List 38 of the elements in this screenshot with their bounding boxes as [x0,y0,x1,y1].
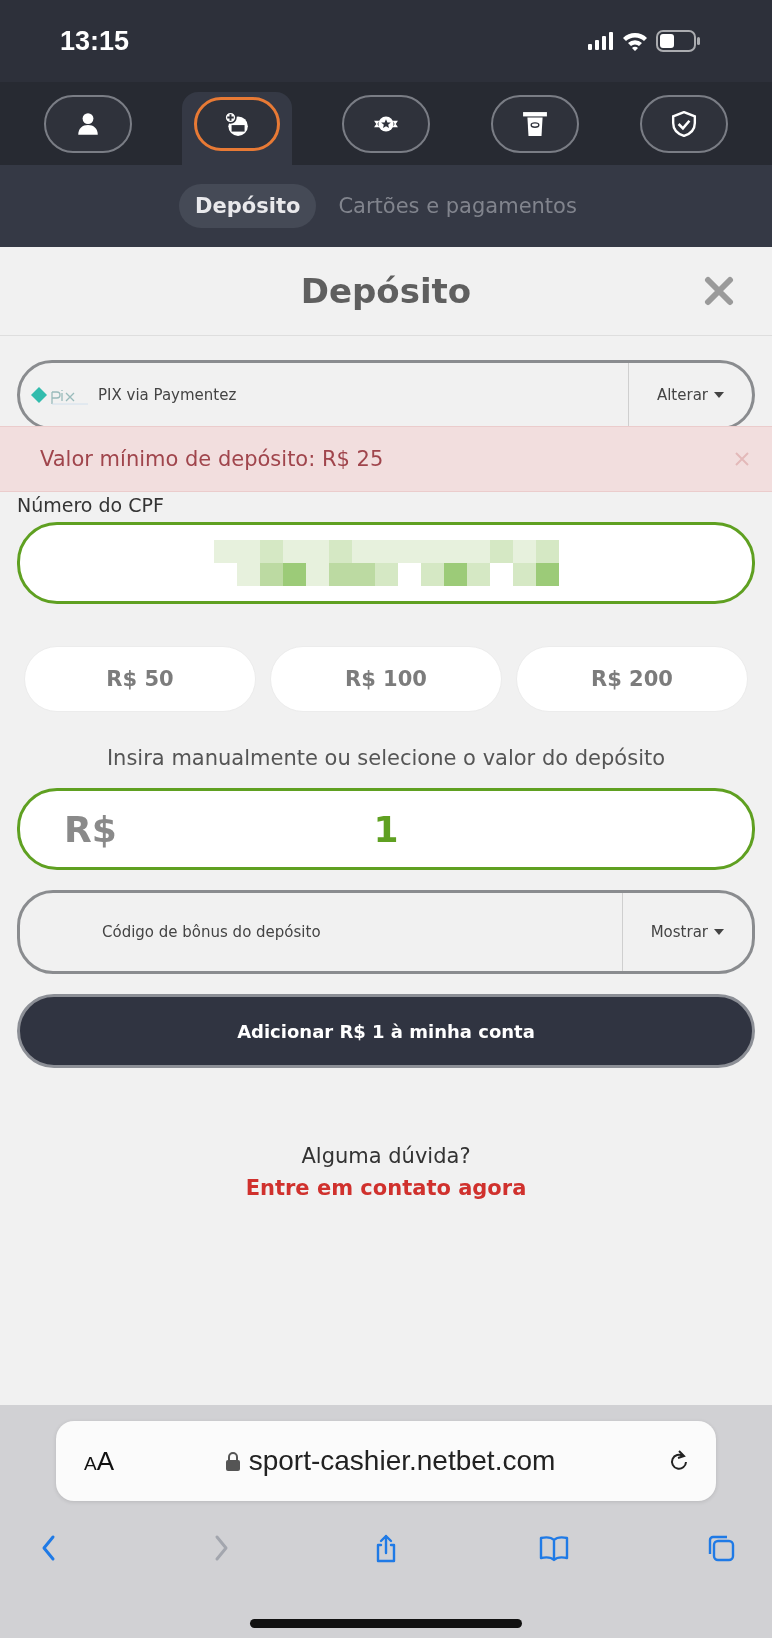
caret-icon [714,929,724,935]
caret-icon [714,392,724,398]
cup-icon [521,110,548,137]
status-time: 13:15 [60,25,130,57]
amount-preset-button[interactable]: R$ 200 [516,646,748,712]
nav-tab[interactable] [342,94,430,153]
url-text: sport-cashier.netbet.com [248,1445,556,1477]
shield-check-icon [670,110,697,137]
amount-preset-button[interactable]: R$ 50 [24,646,256,712]
instruction-text: Insira manualmente ou selecione o valor do depósito [105,746,667,770]
pix-logo-icon [30,384,90,406]
address-bar[interactable]: AA sport-cashier.netbet.com [56,1421,716,1501]
help-question: Alguma dúvida? [301,1144,471,1168]
nav-tab[interactable] [490,94,579,153]
show-link[interactable]: Mostrar [621,893,752,971]
battery-icon [656,30,702,52]
amount-value: 1 [373,808,399,850]
field-label: Número do CPF [17,494,164,516]
tabs-icon[interactable] [706,1533,736,1563]
nav-tab[interactable] [639,94,728,153]
currency-label: R$ [64,808,117,850]
wallet-plus-icon [224,110,251,137]
amount-preset-button[interactable]: R$ 100 [270,646,502,712]
contact-link[interactable]: Entre em contato agora [245,1176,527,1200]
close-icon[interactable] [704,276,734,306]
bonus-code-field[interactable]: Código de bônus do depósito Mostrar [17,890,755,974]
alert-message: Valor mínimo de depósito: R$ 25 [40,447,384,471]
nav-tab[interactable] [194,96,281,151]
lock-icon [224,1451,241,1471]
text-size-button[interactable]: AA [84,1445,115,1477]
add-funds-button[interactable]: Adicionar R$ 1 à minha conta [17,994,755,1068]
nav-tab[interactable] [44,94,133,153]
payment-method-name: PIX via Paymentez [98,386,237,404]
book-icon[interactable] [538,1533,569,1563]
signal-icon [588,32,614,50]
wifi-icon [622,31,648,51]
dialog-title: Depósito [300,271,472,311]
sub-tab[interactable]: Depósito [179,184,317,228]
